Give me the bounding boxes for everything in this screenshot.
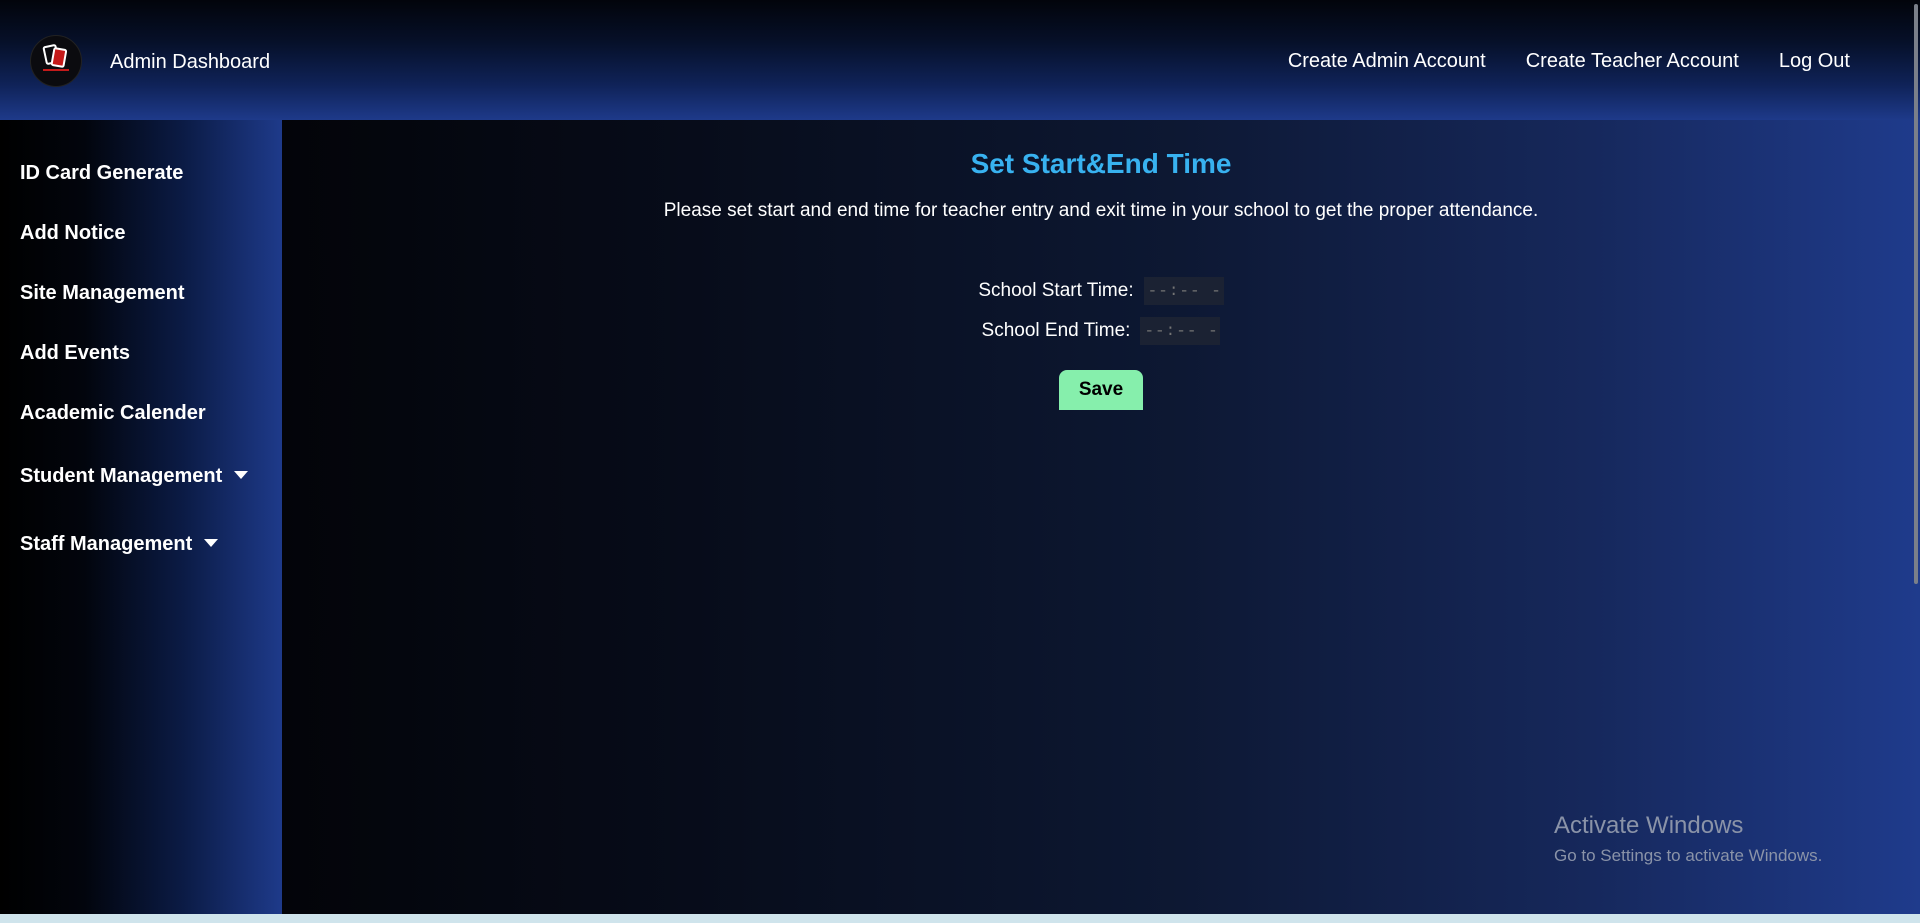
activate-windows-watermark: Activate Windows Go to Settings to activ… <box>1554 812 1822 866</box>
page-title: Set Start&End Time <box>970 148 1232 179</box>
sidebar-item-label: Academic Calender <box>20 402 206 424</box>
top-header: Admin Dashboard Create Admin Account Cre… <box>0 0 1920 120</box>
sidebar: ID Card Generate Add Notice Site Managem… <box>0 120 282 914</box>
sidebar-item-add-events[interactable]: Add Events <box>20 342 130 365</box>
log-out-link[interactable]: Log Out <box>1779 50 1850 73</box>
start-time-row: School Start Time: <box>282 277 1920 305</box>
watermark-title: Activate Windows <box>1554 812 1744 839</box>
caret-down-icon[interactable] <box>204 538 219 547</box>
sidebar-item-label: Site Management <box>20 282 185 304</box>
id-card-logo-icon[interactable] <box>30 35 82 87</box>
sidebar-item-label: Student Management <box>20 465 223 487</box>
sidebar-item-label: ID Card Generate <box>20 162 184 184</box>
page-scrollbar[interactable] <box>1908 0 1920 914</box>
save-button[interactable]: Save <box>1059 370 1143 410</box>
scrollbar-thumb[interactable] <box>1914 4 1918 584</box>
start-time-input[interactable] <box>1143 277 1224 305</box>
sidebar-item-label: Staff Management <box>20 533 193 555</box>
brand-title: Admin Dashboard <box>110 51 271 73</box>
sidebar-item-staff-management[interactable]: Staff Management <box>20 533 219 556</box>
main-content: Set Start&End Time Please set start and … <box>282 120 1920 914</box>
bottom-edge-bar <box>0 914 1920 923</box>
end-time-label: School End Time: <box>981 320 1131 341</box>
sidebar-item-id-card-generate[interactable]: ID Card Generate <box>20 162 183 185</box>
sidebar-item-label: Add Notice <box>20 222 126 244</box>
end-time-row: School End Time: <box>282 317 1920 345</box>
create-teacher-account-link[interactable]: Create Teacher Account <box>1526 50 1739 73</box>
sidebar-item-label: Add Events <box>20 342 131 364</box>
create-admin-account-link[interactable]: Create Admin Account <box>1288 50 1486 73</box>
top-nav: Create Admin Account Create Teacher Acco… <box>1288 50 1850 73</box>
page-description: Please set start and end time for teache… <box>663 200 1539 221</box>
sidebar-item-academic-calender[interactable]: Academic Calender <box>20 402 206 425</box>
watermark-subtitle: Go to Settings to activate Windows. <box>1554 846 1823 865</box>
sidebar-item-add-notice[interactable]: Add Notice <box>20 222 126 245</box>
page: Admin Dashboard Create Admin Account Cre… <box>0 0 1920 923</box>
end-time-input[interactable] <box>1140 317 1221 345</box>
sidebar-item-site-management[interactable]: Site Management <box>20 282 184 305</box>
caret-down-icon[interactable] <box>234 470 249 479</box>
start-time-label: School Start Time: <box>978 280 1134 301</box>
sidebar-item-student-management[interactable]: Student Management <box>20 465 249 488</box>
